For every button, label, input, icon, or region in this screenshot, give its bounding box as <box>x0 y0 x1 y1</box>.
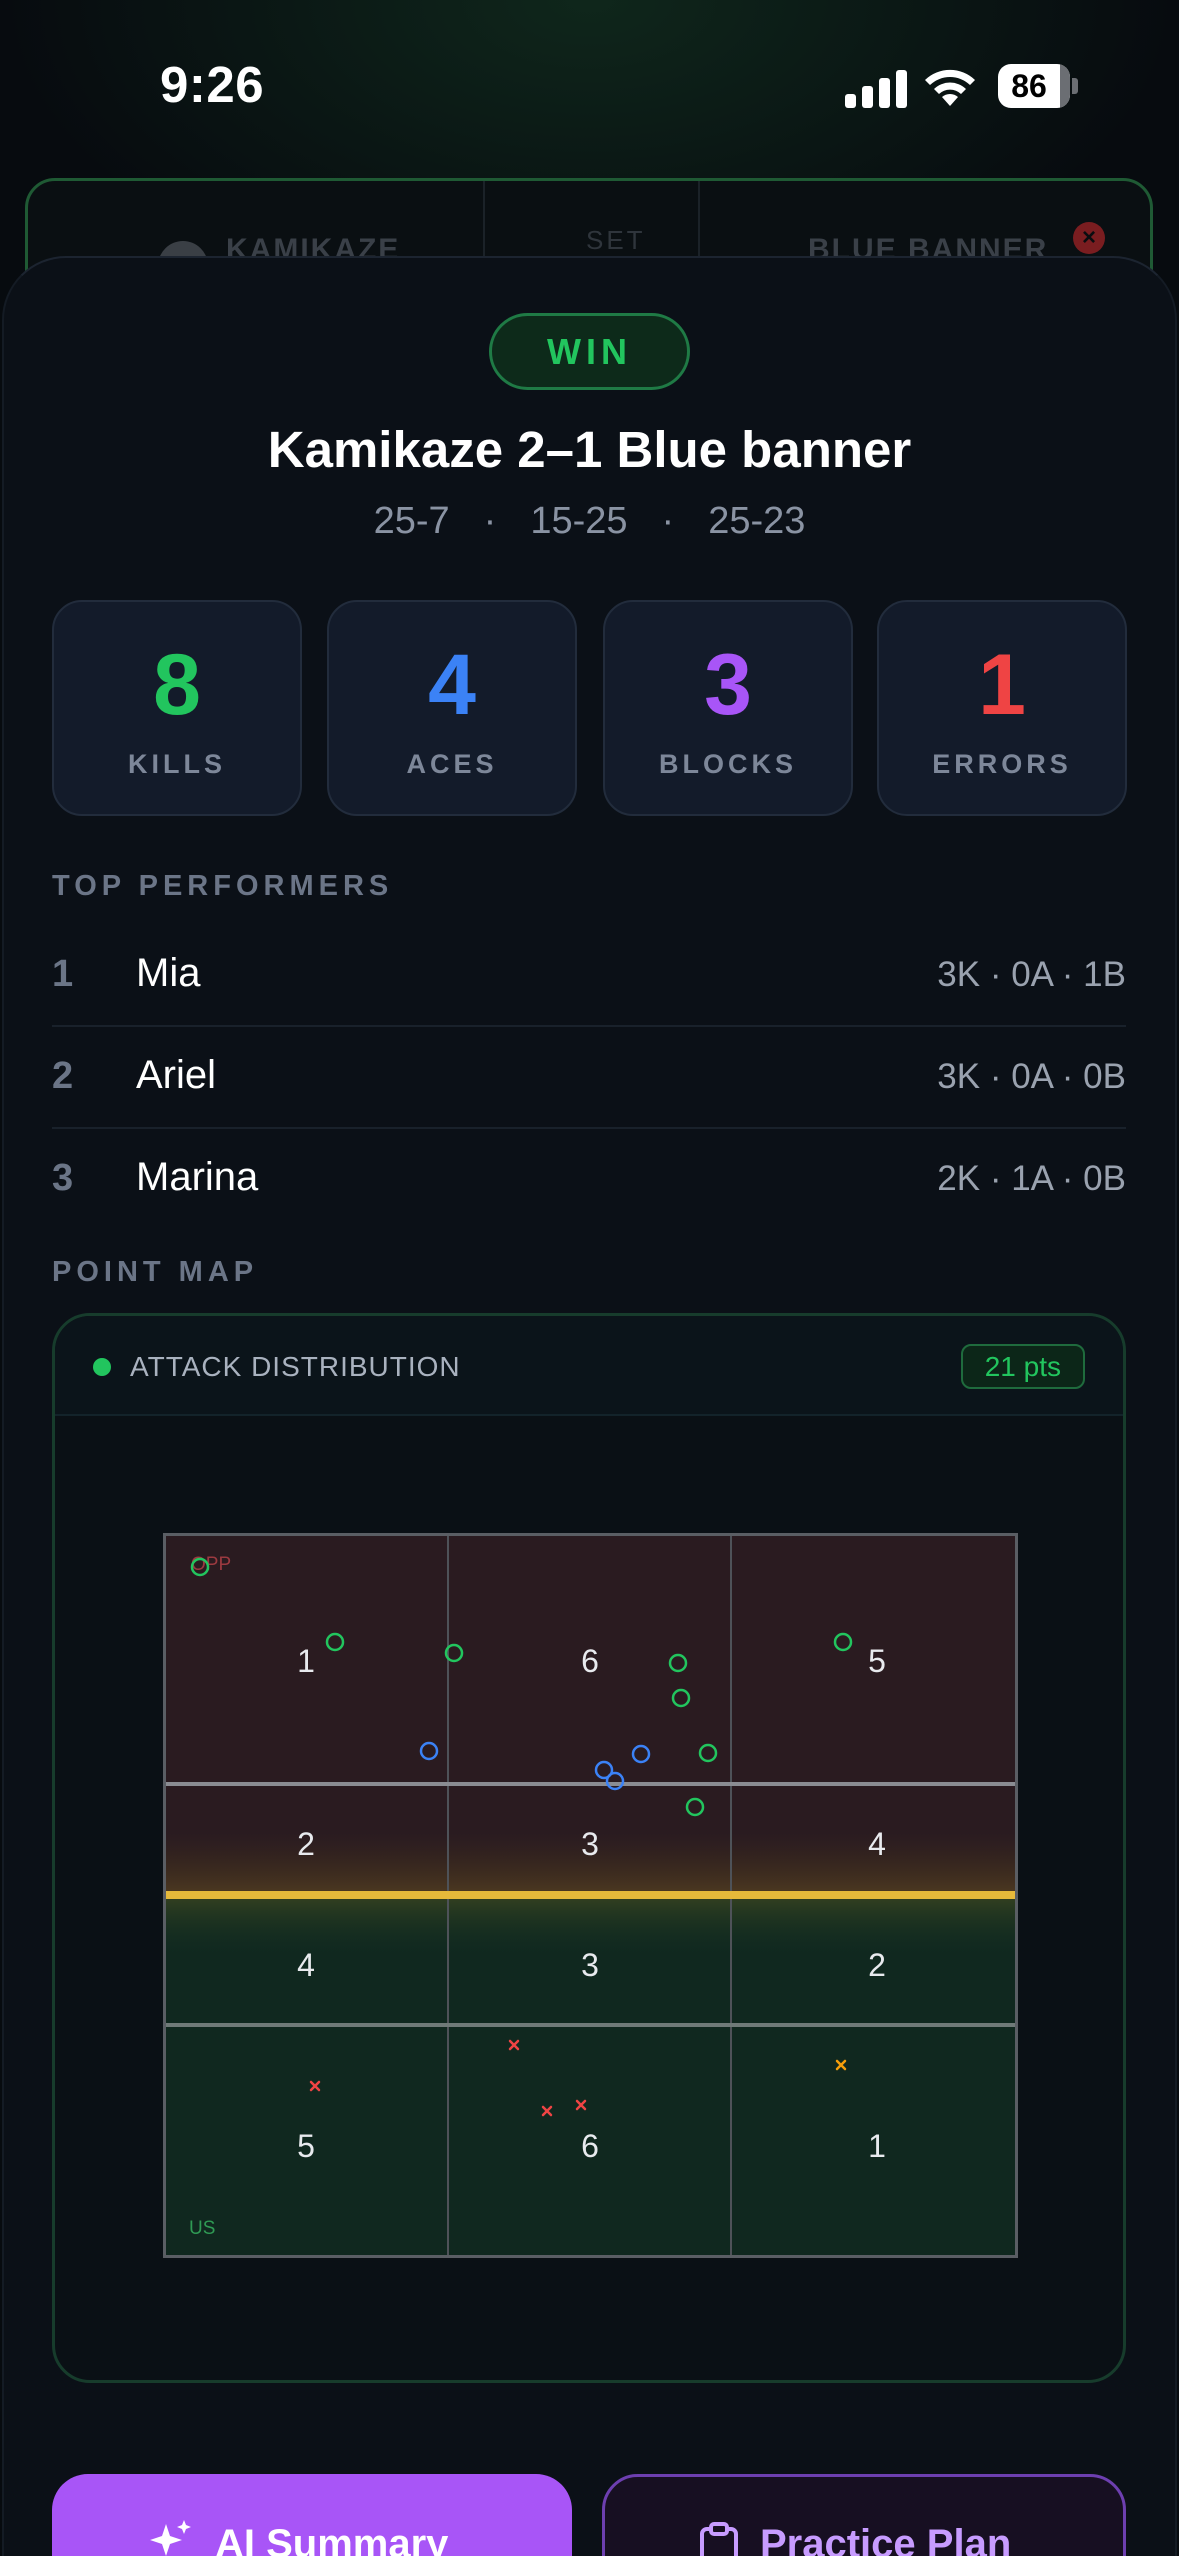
zone-label: 5 <box>297 2128 315 2164</box>
stat-label: KILLS <box>128 749 226 779</box>
stat-card-errors: 1 ERRORS <box>877 600 1127 816</box>
top-performers-heading: TOP PERFORMERS <box>52 870 394 902</box>
status-bar: 9:26 86 <box>0 0 1179 170</box>
separator: · <box>483 500 497 542</box>
zone-label: 3 <box>581 1826 599 1862</box>
battery-level: 86 <box>1011 68 1047 104</box>
point-map-heading: POINT MAP <box>52 1256 259 1288</box>
performer-name: Marina <box>136 1155 259 1199</box>
set-label: SET <box>586 225 646 255</box>
performer-name: Ariel <box>136 1053 217 1097</box>
ai-summary-label: AI Summary <box>215 2522 449 2556</box>
stat-value: 4 <box>428 637 476 733</box>
performer-name: Mia <box>136 951 201 995</box>
performer-stats: 2K · 1A · 0B <box>937 1159 1126 1198</box>
result-badge: WIN <box>489 313 690 390</box>
zone-label: 6 <box>581 2128 599 2164</box>
stat-card-blocks: 3 BLOCKS <box>603 600 853 816</box>
status-time: 9:26 <box>160 56 265 113</box>
zone-label: 4 <box>868 1826 886 1862</box>
status-dot-icon <box>93 1358 111 1376</box>
point-map-title: ATTACK DISTRIBUTION <box>130 1351 461 1382</box>
set-score: 25-7 <box>373 500 450 542</box>
set-score: 15-25 <box>530 500 628 542</box>
zone-label: 1 <box>297 1643 315 1679</box>
stat-label: ACES <box>406 749 498 779</box>
performer-rank: 2 <box>52 1055 74 1097</box>
stat-value: 1 <box>978 637 1026 733</box>
match-title: Kamikaze 2–1 Blue banner <box>267 421 912 478</box>
point-map-header: ATTACK DISTRIBUTION 21 pts <box>55 1316 1123 1416</box>
set-scores: 25-7 · 15-25 · 25-23 <box>0 500 1179 543</box>
volleyball-court[interactable]: OPP US 1 6 5 2 3 4 4 3 2 5 6 1 <box>163 1533 1018 2258</box>
zone-label: 6 <box>581 1643 599 1679</box>
stat-value: 3 <box>704 637 752 733</box>
ai-summary-button[interactable]: AI Summary <box>52 2474 572 2556</box>
stat-label: BLOCKS <box>659 749 797 779</box>
close-icon[interactable]: × <box>1073 222 1105 254</box>
performer-stats: 3K · 0A · 1B <box>937 955 1126 994</box>
wifi-icon <box>925 69 975 106</box>
points-badge: 21 pts <box>960 1344 1085 1389</box>
separator: · <box>661 500 675 542</box>
zone-label: 5 <box>868 1643 886 1679</box>
zone-label: 4 <box>297 1947 315 1983</box>
opp-label: OPP <box>191 1554 231 1575</box>
cellular-signal-icon <box>845 68 907 108</box>
practice-plan-button[interactable]: Practice Plan <box>602 2474 1126 2556</box>
stat-card-aces: 4 ACES <box>327 600 577 816</box>
set-score: 25-23 <box>708 500 806 542</box>
performer-stats: 3K · 0A · 0B <box>937 1057 1126 1096</box>
performer-row[interactable]: 2 Ariel 3K · 0A · 0B <box>52 1027 1126 1129</box>
zone-label: 2 <box>297 1826 315 1862</box>
clipboard-icon <box>700 2522 738 2556</box>
performer-rank: 3 <box>52 1157 74 1199</box>
performer-row[interactable]: 1 Mia 3K · 0A · 1B <box>52 925 1126 1027</box>
zone-label: 3 <box>581 1947 599 1983</box>
battery-icon: 86 <box>998 64 1078 108</box>
zone-label: 2 <box>868 1947 886 1983</box>
us-label: US <box>189 2218 215 2239</box>
practice-plan-label: Practice Plan <box>760 2522 1012 2556</box>
stat-card-kills: 8 KILLS <box>52 600 302 816</box>
stat-value: 8 <box>153 637 201 733</box>
sparkles-icon <box>150 2520 191 2556</box>
performer-rank: 1 <box>52 953 74 995</box>
stat-label: ERRORS <box>932 749 1072 779</box>
performer-row[interactable]: 3 Marina 2K · 1A · 0B <box>52 1129 1126 1231</box>
zone-label: 1 <box>868 2128 886 2164</box>
